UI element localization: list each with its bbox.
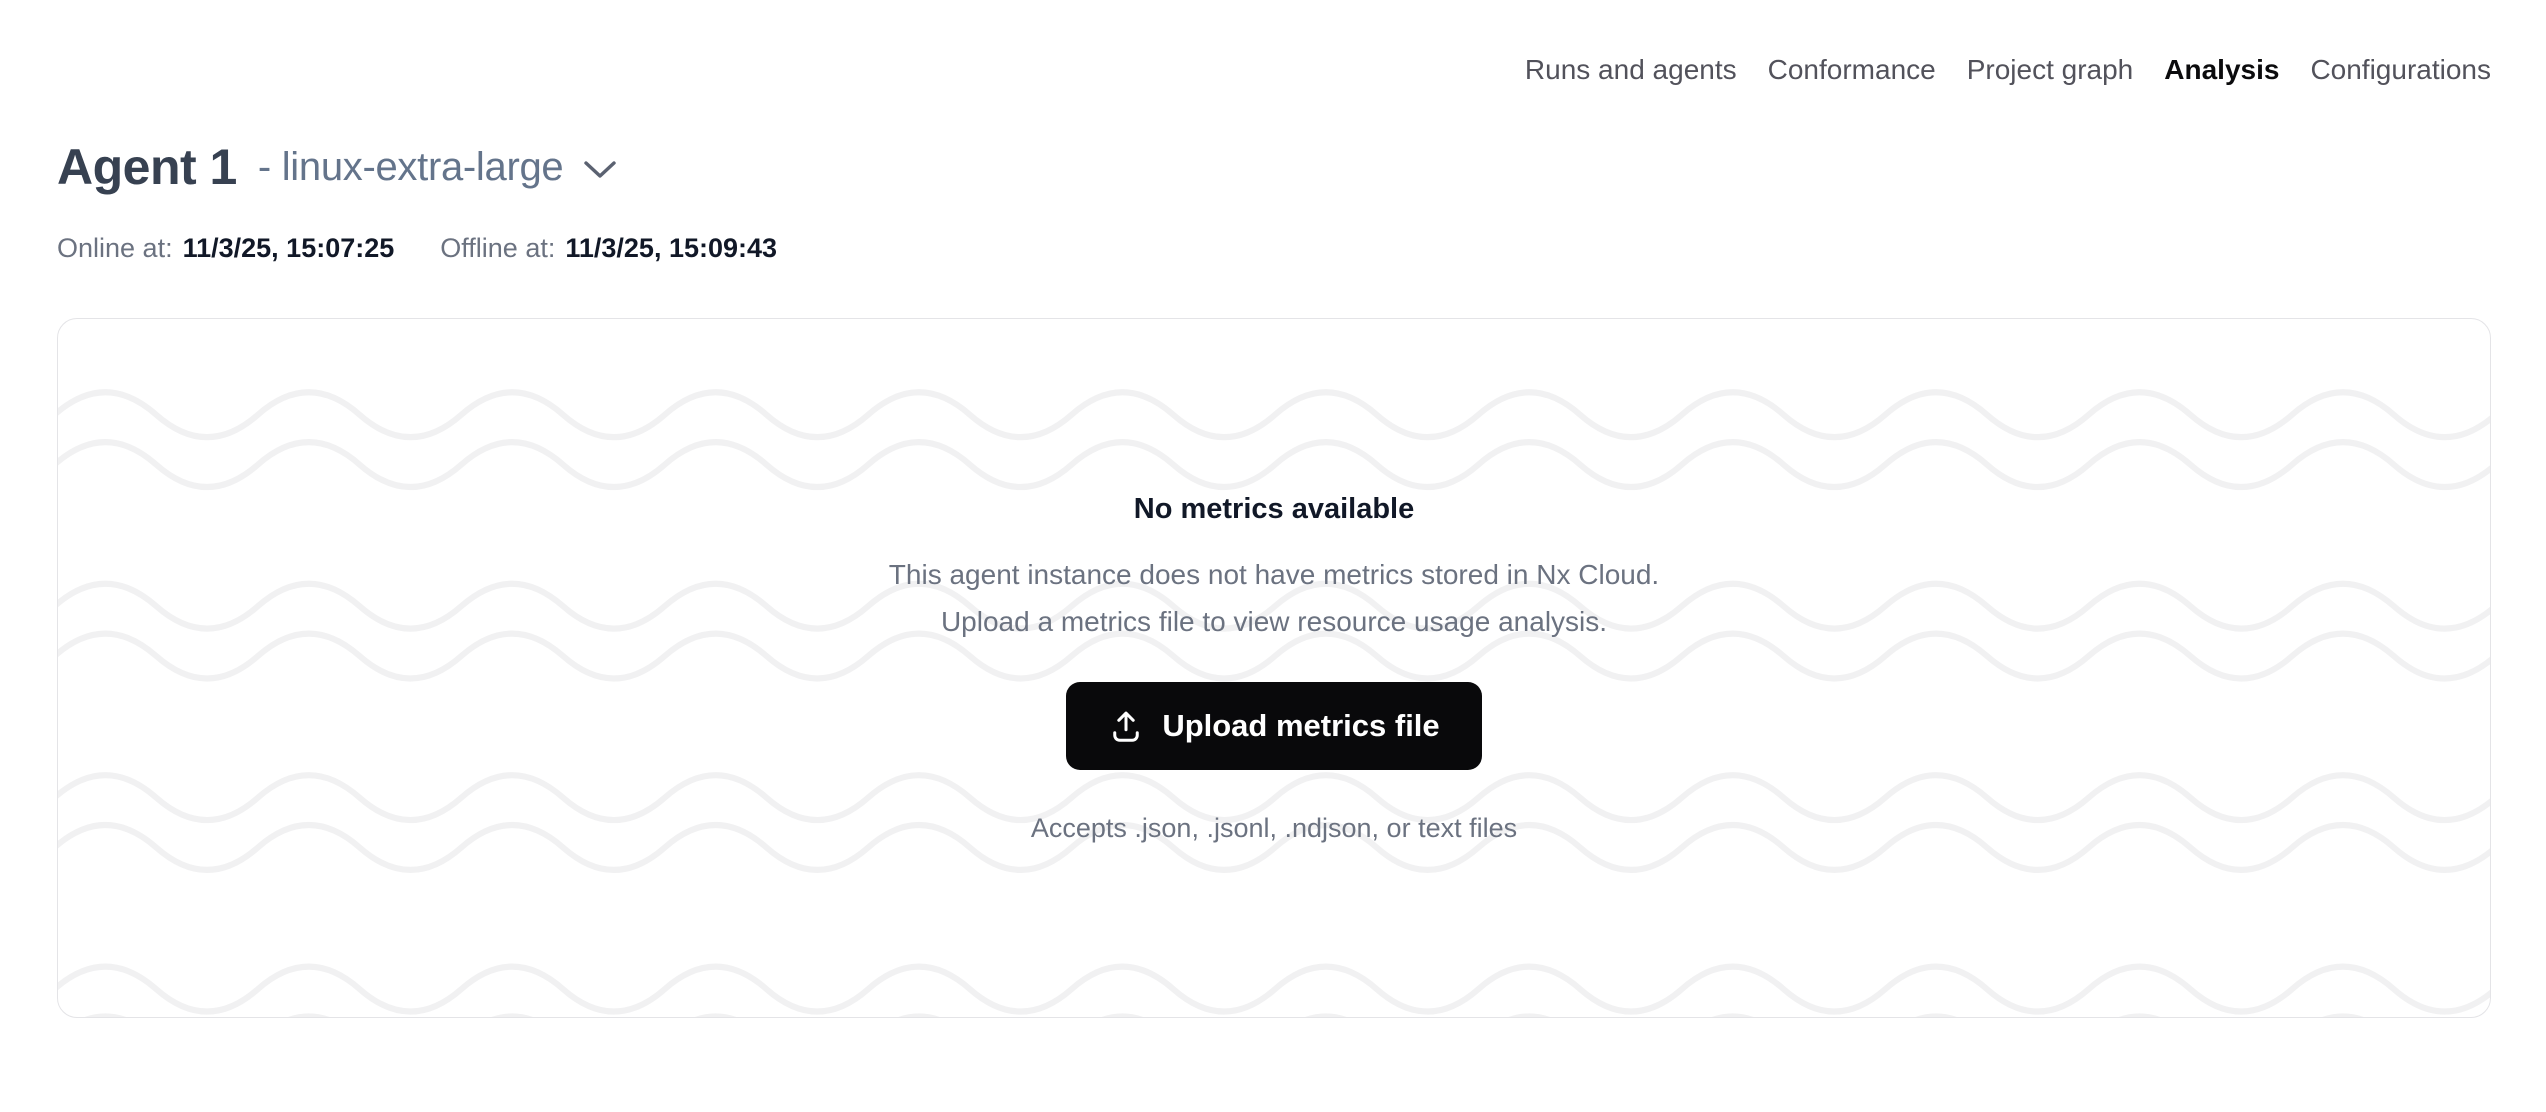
metrics-card: No metrics available This agent instance… (57, 318, 2491, 1018)
no-metrics-empty-state: No metrics available This agent instance… (58, 319, 2490, 1017)
empty-state-description-line2: Upload a metrics file to view resource u… (941, 606, 1607, 637)
offline-at-group: Offline at: 11/3/25, 15:09:43 (440, 231, 777, 265)
nav-item-runs-and-agents[interactable]: Runs and agents (1525, 50, 1737, 90)
online-at-label: Online at: (57, 231, 173, 265)
agent-selector-dropdown[interactable] (583, 160, 617, 180)
upload-icon (1108, 708, 1144, 744)
nav-item-project-graph[interactable]: Project graph (1967, 50, 2134, 90)
offline-at-label: Offline at: (440, 231, 555, 265)
nav-item-analysis[interactable]: Analysis (2164, 50, 2279, 90)
offline-at-value: 11/3/25, 15:09:43 (565, 231, 777, 265)
page-title: Agent 1 (57, 136, 237, 198)
empty-state-description-line1: This agent instance does not have metric… (889, 559, 1659, 590)
agent-title-row: Agent 1 - linux-extra-large (57, 136, 617, 198)
accepted-formats-hint: Accepts .json, .jsonl, .ndjson, or text … (1031, 809, 1517, 847)
chevron-down-icon (583, 160, 617, 180)
agent-launch-template: - linux-extra-large (258, 145, 564, 190)
upload-button-label: Upload metrics file (1162, 708, 1439, 744)
nav-item-configurations[interactable]: Configurations (2310, 50, 2491, 90)
empty-state-description: This agent instance does not have metric… (889, 551, 1659, 645)
top-navigation: Runs and agents Conformance Project grap… (1525, 50, 2491, 90)
agent-status-row: Online at: 11/3/25, 15:07:25 Offline at:… (57, 231, 777, 265)
online-at-value: 11/3/25, 15:07:25 (183, 231, 395, 265)
nav-item-conformance[interactable]: Conformance (1768, 50, 1936, 90)
empty-state-title: No metrics available (1134, 490, 1414, 528)
upload-metrics-button[interactable]: Upload metrics file (1066, 682, 1481, 770)
online-at-group: Online at: 11/3/25, 15:07:25 (57, 231, 394, 265)
